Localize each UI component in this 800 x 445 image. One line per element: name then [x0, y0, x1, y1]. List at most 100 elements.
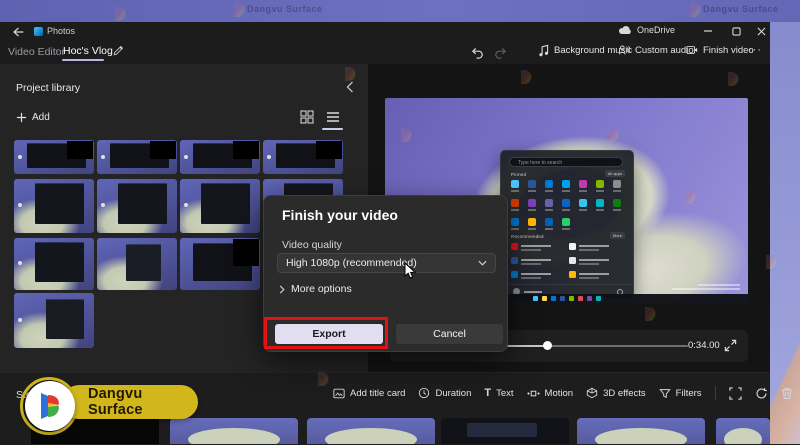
thumbnail-content [192, 243, 252, 281]
library-thumbnail[interactable] [14, 293, 94, 348]
onedrive-button[interactable]: OneDrive [618, 25, 675, 35]
taskbar-app-icon [550, 296, 556, 301]
storyboard-clip[interactable] [577, 418, 705, 444]
thumbnail-select-dot [18, 155, 22, 160]
finish-video-button[interactable]: Finish video [686, 44, 754, 56]
rename-pencil-icon[interactable] [112, 45, 124, 57]
fullscreen-icon[interactable] [724, 339, 737, 352]
library-thumbnail[interactable] [180, 238, 260, 290]
playback-time: 0:34.00 [688, 340, 720, 351]
undo-icon[interactable] [470, 46, 484, 59]
onedrive-label: OneDrive [637, 25, 676, 35]
active-project-underline [62, 59, 104, 61]
maximize-button[interactable] [727, 24, 745, 38]
library-thumbnail[interactable] [14, 179, 94, 233]
thumbnail-select-dot [101, 155, 105, 160]
taskbar-app-icon [532, 296, 538, 301]
taskbar-app-icon [586, 296, 592, 301]
recommended-item [511, 270, 569, 284]
cancel-button[interactable]: Cancel [396, 324, 503, 344]
collapse-panel-chevron-icon[interactable] [346, 81, 354, 93]
library-thumbnail[interactable] [14, 238, 94, 290]
rotate-button[interactable] [755, 387, 768, 400]
video-quality-label: Video quality [282, 239, 342, 251]
filters-button[interactable]: Filters [658, 387, 702, 399]
motion-button[interactable]: Motion [526, 387, 574, 399]
chevron-down-icon [478, 260, 487, 266]
duration-button[interactable]: Duration [418, 387, 471, 399]
motion-label: Motion [544, 387, 574, 399]
library-thumbnail[interactable] [180, 179, 260, 233]
seek-thumb[interactable] [543, 341, 552, 350]
plus-icon [16, 112, 27, 123]
more-options-expander[interactable]: More options [279, 283, 352, 295]
video-quality-dropdown[interactable]: High 1080p (recommended) [277, 253, 496, 273]
text-button[interactable]: T Text [484, 386, 513, 399]
finish-video-label: Finish video [703, 44, 754, 56]
more-options-label: More options [291, 283, 352, 295]
recommended-list [511, 242, 627, 284]
start-menu-app-icon [613, 180, 621, 192]
brand-d-icon [41, 393, 59, 419]
duration-label: Duration [435, 387, 472, 399]
start-menu-app-icon [511, 180, 519, 192]
active-view-underline [322, 128, 343, 130]
add-media-button[interactable]: Add [16, 112, 50, 123]
photos-app-icon [34, 27, 43, 36]
library-thumbnail[interactable] [97, 179, 177, 233]
library-thumbnail[interactable] [97, 140, 177, 174]
text-icon: T [484, 386, 492, 399]
thumbnail-content [26, 143, 86, 168]
minimize-button[interactable] [699, 24, 717, 38]
thumbnail-content [125, 244, 161, 281]
grid-view-icon[interactable] [300, 110, 314, 124]
annotation-highlight-box [264, 317, 388, 349]
back-button[interactable] [12, 26, 25, 38]
chevron-right-icon [279, 284, 285, 294]
crop-frame-button[interactable] [728, 386, 742, 400]
thumbnail-content [46, 298, 85, 340]
effects-3d-button[interactable]: 3D effects [586, 387, 646, 399]
video-preview-start-menu: Type here to search Pinned All apps Reco… [500, 150, 634, 298]
add-label: Add [32, 112, 50, 123]
storyboard-clip[interactable] [170, 418, 298, 444]
add-title-card-label: Add title card [350, 387, 406, 399]
taskbar-app-icon [577, 296, 583, 301]
recommended-item [569, 256, 627, 270]
custom-audio-button[interactable]: Custom audio [618, 44, 694, 56]
library-thumbnail[interactable] [97, 238, 177, 290]
redo-icon[interactable] [494, 46, 508, 59]
start-menu-app-icon [528, 180, 536, 192]
breadcrumb-project[interactable]: Hoc's Vlog [63, 45, 113, 57]
start-menu-app-icon [562, 180, 570, 192]
delete-button[interactable] [781, 387, 793, 400]
app-title: Photos [47, 26, 76, 36]
more-options-icon[interactable]: ··· [748, 44, 762, 56]
list-view-icon[interactable] [326, 110, 340, 124]
library-thumbnail[interactable] [14, 140, 94, 174]
toolbar-divider [714, 386, 716, 400]
storyboard-clip[interactable] [441, 418, 569, 444]
add-title-card-button[interactable]: Add title card [333, 388, 405, 399]
start-menu-app-icon [579, 199, 587, 211]
start-menu-app-icon [545, 199, 553, 211]
all-apps-button: All apps [604, 170, 625, 177]
start-menu-search-bar: Type here to search [509, 157, 623, 167]
thumbnail-select-dot [18, 317, 22, 322]
filters-label: Filters [675, 387, 702, 399]
brand-name: Dangvu Surface [88, 386, 143, 418]
brand-badge: Dangvu Surface [62, 385, 198, 419]
desktop-background-top [0, 0, 800, 22]
dialog-title: Finish your video [282, 207, 398, 223]
library-thumbnail[interactable] [263, 140, 343, 174]
custom-audio-label: Custom audio [635, 44, 694, 56]
close-button[interactable] [752, 24, 770, 38]
storyboard-clip[interactable] [307, 418, 435, 444]
start-menu-app-icon [545, 180, 553, 192]
storyboard-clip[interactable] [716, 418, 770, 444]
library-thumbnail[interactable] [180, 140, 260, 174]
start-menu-app-icon [562, 218, 570, 230]
start-menu-app-icon [579, 180, 587, 192]
thumbnail-content [117, 183, 168, 225]
effects-3d-label: 3D effects [603, 387, 646, 399]
